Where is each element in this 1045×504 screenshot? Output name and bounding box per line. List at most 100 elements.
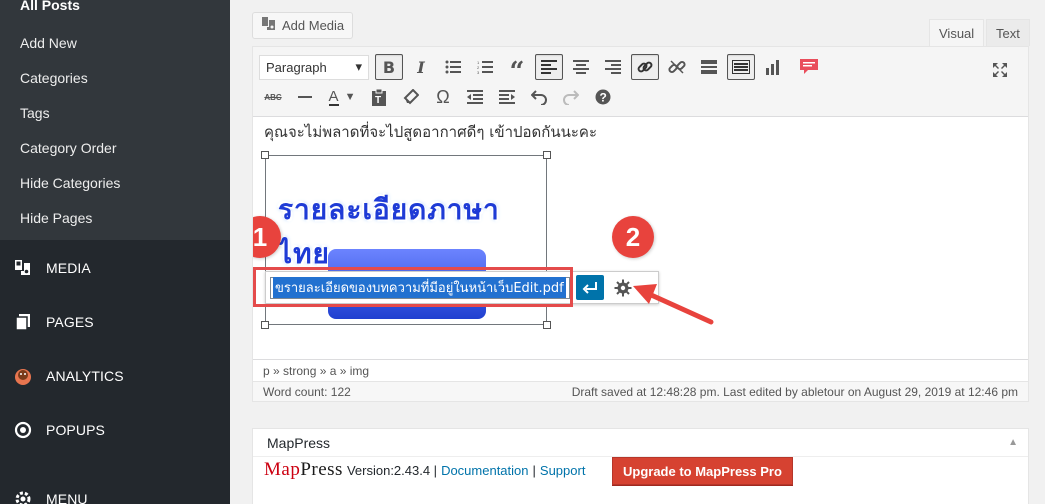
gear-icon <box>0 490 46 504</box>
tab-label: Text <box>996 25 1020 41</box>
mappress-header[interactable]: MapPress ▲ <box>253 429 1028 457</box>
mappress-info: MapPress Version:2.43.4 | Documentation … <box>264 459 585 481</box>
unlink-button[interactable] <box>663 54 691 80</box>
sidebar-item-label: PAGES <box>46 314 94 330</box>
svg-text:T: T <box>375 95 381 106</box>
sidebar-item-media[interactable]: MEDIA <box>0 241 230 295</box>
resize-handle[interactable] <box>543 321 551 329</box>
format-select[interactable]: Paragraph ▾ <box>259 54 369 80</box>
mappress-logo-a: Map <box>264 459 301 480</box>
sidebar-item-analytics[interactable]: ANALYTICS <box>0 349 230 403</box>
add-media-icon <box>261 16 277 35</box>
svg-text:3: 3 <box>477 70 480 74</box>
sidebar-item-pages[interactable]: PAGES <box>0 295 230 349</box>
enter-icon <box>582 281 597 294</box>
editor-box: Paragraph ▾ B I 123 “ ABC A ▼ T Ω ? คุณจ… <box>252 46 1029 402</box>
outdent-button[interactable] <box>461 84 489 110</box>
toolbar-toggle-button[interactable] <box>727 54 755 80</box>
popups-icon <box>0 421 46 439</box>
element-path: p » strong » a » img <box>253 359 1028 381</box>
align-center-button[interactable] <box>567 54 595 80</box>
comment-icon <box>800 59 818 74</box>
align-left-button[interactable] <box>535 54 563 80</box>
read-more-icon <box>701 60 717 74</box>
align-center-icon <box>573 60 589 74</box>
posts-submenu: All Posts Add New Categories Tags Catego… <box>0 0 230 240</box>
keyboard-icon <box>732 60 750 74</box>
bar-chart-icon <box>766 60 779 75</box>
documentation-link[interactable]: Documentation <box>441 463 528 478</box>
fullscreen-button[interactable] <box>986 57 1014 83</box>
horizontal-line-icon <box>298 96 312 98</box>
sidebar-item-popups[interactable]: POPUPS <box>0 403 230 457</box>
word-count: Word count: 122 <box>263 384 351 399</box>
annotation-badge-2: 2 <box>612 216 654 258</box>
sidebar-item-add-new[interactable]: Add New <box>0 25 230 60</box>
sidebar-item-all-posts[interactable]: All Posts <box>0 0 230 12</box>
tab-text[interactable]: Text <box>986 19 1030 46</box>
strikethrough-button[interactable]: ABC <box>259 84 287 110</box>
eraser-icon <box>403 89 419 105</box>
indent-icon <box>499 90 515 104</box>
sidebar-item-categories[interactable]: Categories <box>0 60 230 95</box>
sidebar-item-tags[interactable]: Tags <box>0 95 230 130</box>
redo-button[interactable] <box>557 84 585 110</box>
collapse-arrow-icon[interactable]: ▲ <box>1008 437 1018 448</box>
resize-handle[interactable] <box>261 151 269 159</box>
resize-handle[interactable] <box>261 321 269 329</box>
sidebar-item-menu[interactable]: MENU <box>0 472 230 504</box>
bullet-list-button[interactable] <box>439 54 467 80</box>
admin-sidebar: All Posts Add New Categories Tags Catego… <box>0 0 230 504</box>
insert-link-button[interactable] <box>631 54 659 80</box>
mappress-metabox: MapPress ▲ MapPress Version:2.43.4 | Doc… <box>252 428 1029 504</box>
sidebar-item-hide-pages[interactable]: Hide Pages <box>0 200 230 235</box>
chart-button[interactable] <box>759 54 787 80</box>
sidebar-item-label: Add New <box>20 34 77 51</box>
caret-down-icon: ▾ <box>355 59 362 74</box>
align-left-icon <box>541 60 557 74</box>
italic-button[interactable]: I <box>407 54 435 80</box>
upgrade-label: Upgrade to MapPress Pro <box>623 463 782 479</box>
pages-icon <box>0 313 46 331</box>
bold-button[interactable]: B <box>375 54 403 80</box>
indent-button[interactable] <box>493 84 521 110</box>
help-button[interactable]: ? <box>589 84 617 110</box>
sidebar-item-label: POPUPS <box>46 422 105 438</box>
apply-link-button[interactable] <box>576 275 604 300</box>
separator: | <box>532 462 536 478</box>
paste-text-button[interactable]: T <box>365 84 393 110</box>
help-icon: ? <box>595 89 611 105</box>
outdent-icon <box>467 90 483 104</box>
read-more-button[interactable] <box>695 54 723 80</box>
add-media-button[interactable]: Add Media <box>252 12 354 39</box>
bold-icon: B <box>382 57 396 77</box>
editor-toolbar: Paragraph ▾ B I 123 “ ABC A ▼ T Ω ? <box>253 47 1028 117</box>
toolbar-row-1: Paragraph ▾ B I 123 “ <box>259 53 827 87</box>
editor-content[interactable]: คุณจะไม่พลาดที่จะไปสูดอากาศดีๆ เข้าปอดกั… <box>253 118 1028 359</box>
quote-icon: “ <box>509 57 525 87</box>
upgrade-button[interactable]: Upgrade to MapPress Pro <box>612 457 793 485</box>
blockquote-button[interactable]: “ <box>503 54 531 87</box>
tab-visual[interactable]: Visual <box>929 19 985 46</box>
sidebar-item-category-order[interactable]: Category Order <box>0 130 230 165</box>
comment-button[interactable] <box>795 54 823 80</box>
sidebar-item-hide-categories[interactable]: Hide Categories <box>0 165 230 200</box>
add-media-label: Add Media <box>282 18 345 33</box>
mappress-logo-b: Press <box>300 459 343 480</box>
special-character-button[interactable]: Ω <box>429 84 457 110</box>
media-icon <box>0 259 46 277</box>
link-icon <box>637 61 653 73</box>
align-right-button[interactable] <box>599 54 627 80</box>
clear-formatting-button[interactable] <box>397 84 425 110</box>
post-editor: Add Media Visual Text Paragraph ▾ B I 12… <box>252 0 1030 402</box>
draft-status: Draft saved at 12:48:28 pm. Last edited … <box>571 384 1018 399</box>
align-right-icon <box>605 60 621 74</box>
support-link[interactable]: Support <box>540 463 586 478</box>
undo-button[interactable] <box>525 84 553 110</box>
sidebar-item-label: Categories <box>20 69 88 86</box>
text-color-button[interactable]: A ▼ <box>323 84 361 110</box>
horizontal-line-button[interactable] <box>291 84 319 110</box>
toolbar-row-2: ABC A ▼ T Ω ? <box>259 83 621 111</box>
numbered-list-button[interactable]: 123 <box>471 54 499 80</box>
resize-handle[interactable] <box>543 151 551 159</box>
